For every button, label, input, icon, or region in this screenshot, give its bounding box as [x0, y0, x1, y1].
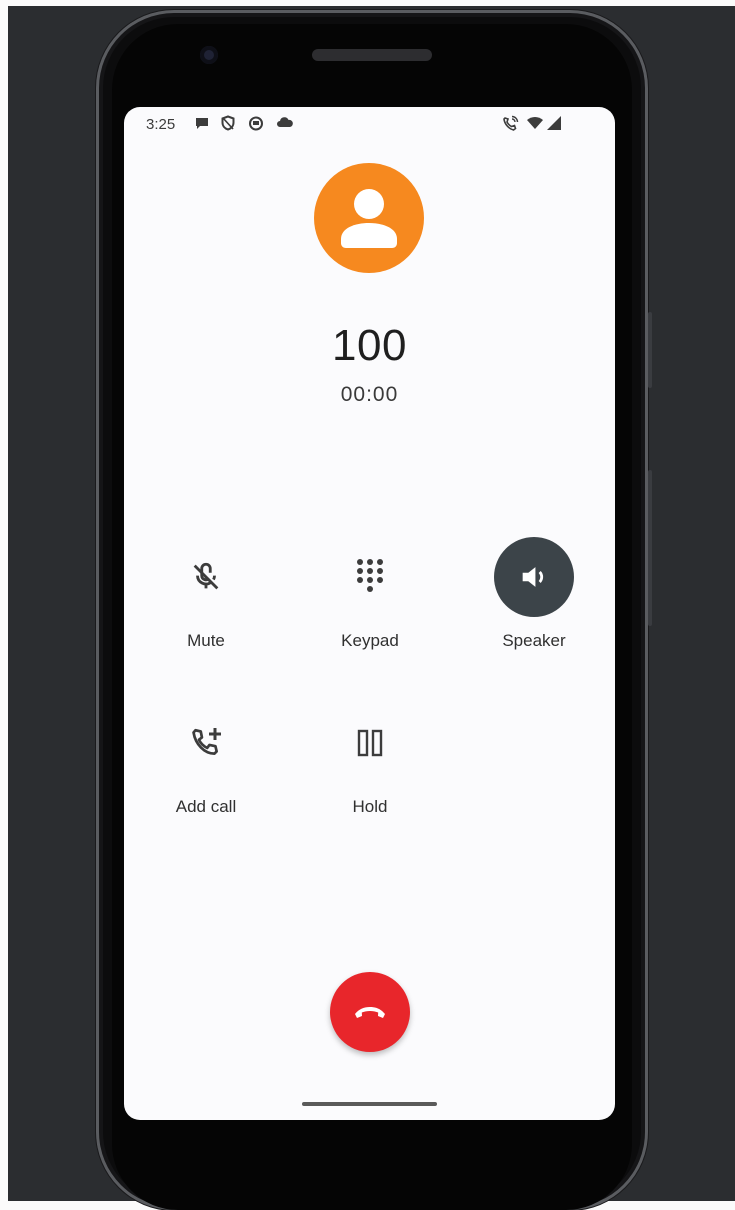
call-end-icon [355, 1007, 385, 1018]
status-bar: 3:25 [124, 107, 615, 141]
signal-icon [546, 115, 562, 135]
mute-button[interactable]: Mute [136, 537, 276, 651]
robot-icon [248, 115, 264, 135]
add-call-button[interactable]: Add call [136, 703, 276, 817]
pause-icon [330, 703, 410, 783]
wifi-call-icon [502, 115, 520, 135]
shield-icon [220, 115, 236, 135]
volume-icon [494, 537, 574, 617]
keypad-label: Keypad [341, 631, 399, 650]
dialpad-icon [330, 537, 410, 617]
hold-label: Hold [352, 797, 388, 816]
message-icon [194, 115, 210, 135]
add-call-icon [166, 703, 246, 783]
gesture-nav-handle[interactable] [302, 1102, 437, 1106]
keypad-button[interactable]: Keypad [300, 537, 440, 651]
cloud-icon [276, 115, 294, 135]
end-call-button[interactable] [330, 972, 410, 1052]
front-camera [200, 46, 218, 64]
power-button [648, 312, 652, 388]
caller-number: 100 [332, 321, 407, 370]
speaker-button[interactable]: Speaker [464, 537, 604, 651]
status-time: 3:25 [146, 116, 176, 133]
phone-screen: 3:25 100 00:00 Mute Keypad Speaker Add c… [124, 107, 615, 1120]
volume-button [648, 470, 652, 626]
wifi-icon [526, 115, 544, 135]
mic-off-icon [166, 537, 246, 617]
caller-avatar [314, 163, 424, 273]
hold-button[interactable]: Hold [300, 703, 440, 817]
mute-label: Mute [187, 631, 225, 650]
speaker-label: Speaker [502, 631, 566, 650]
call-timer: 00:00 [340, 383, 399, 406]
earpiece-speaker [312, 49, 432, 61]
add-call-label: Add call [175, 797, 237, 816]
person-icon [341, 189, 397, 248]
